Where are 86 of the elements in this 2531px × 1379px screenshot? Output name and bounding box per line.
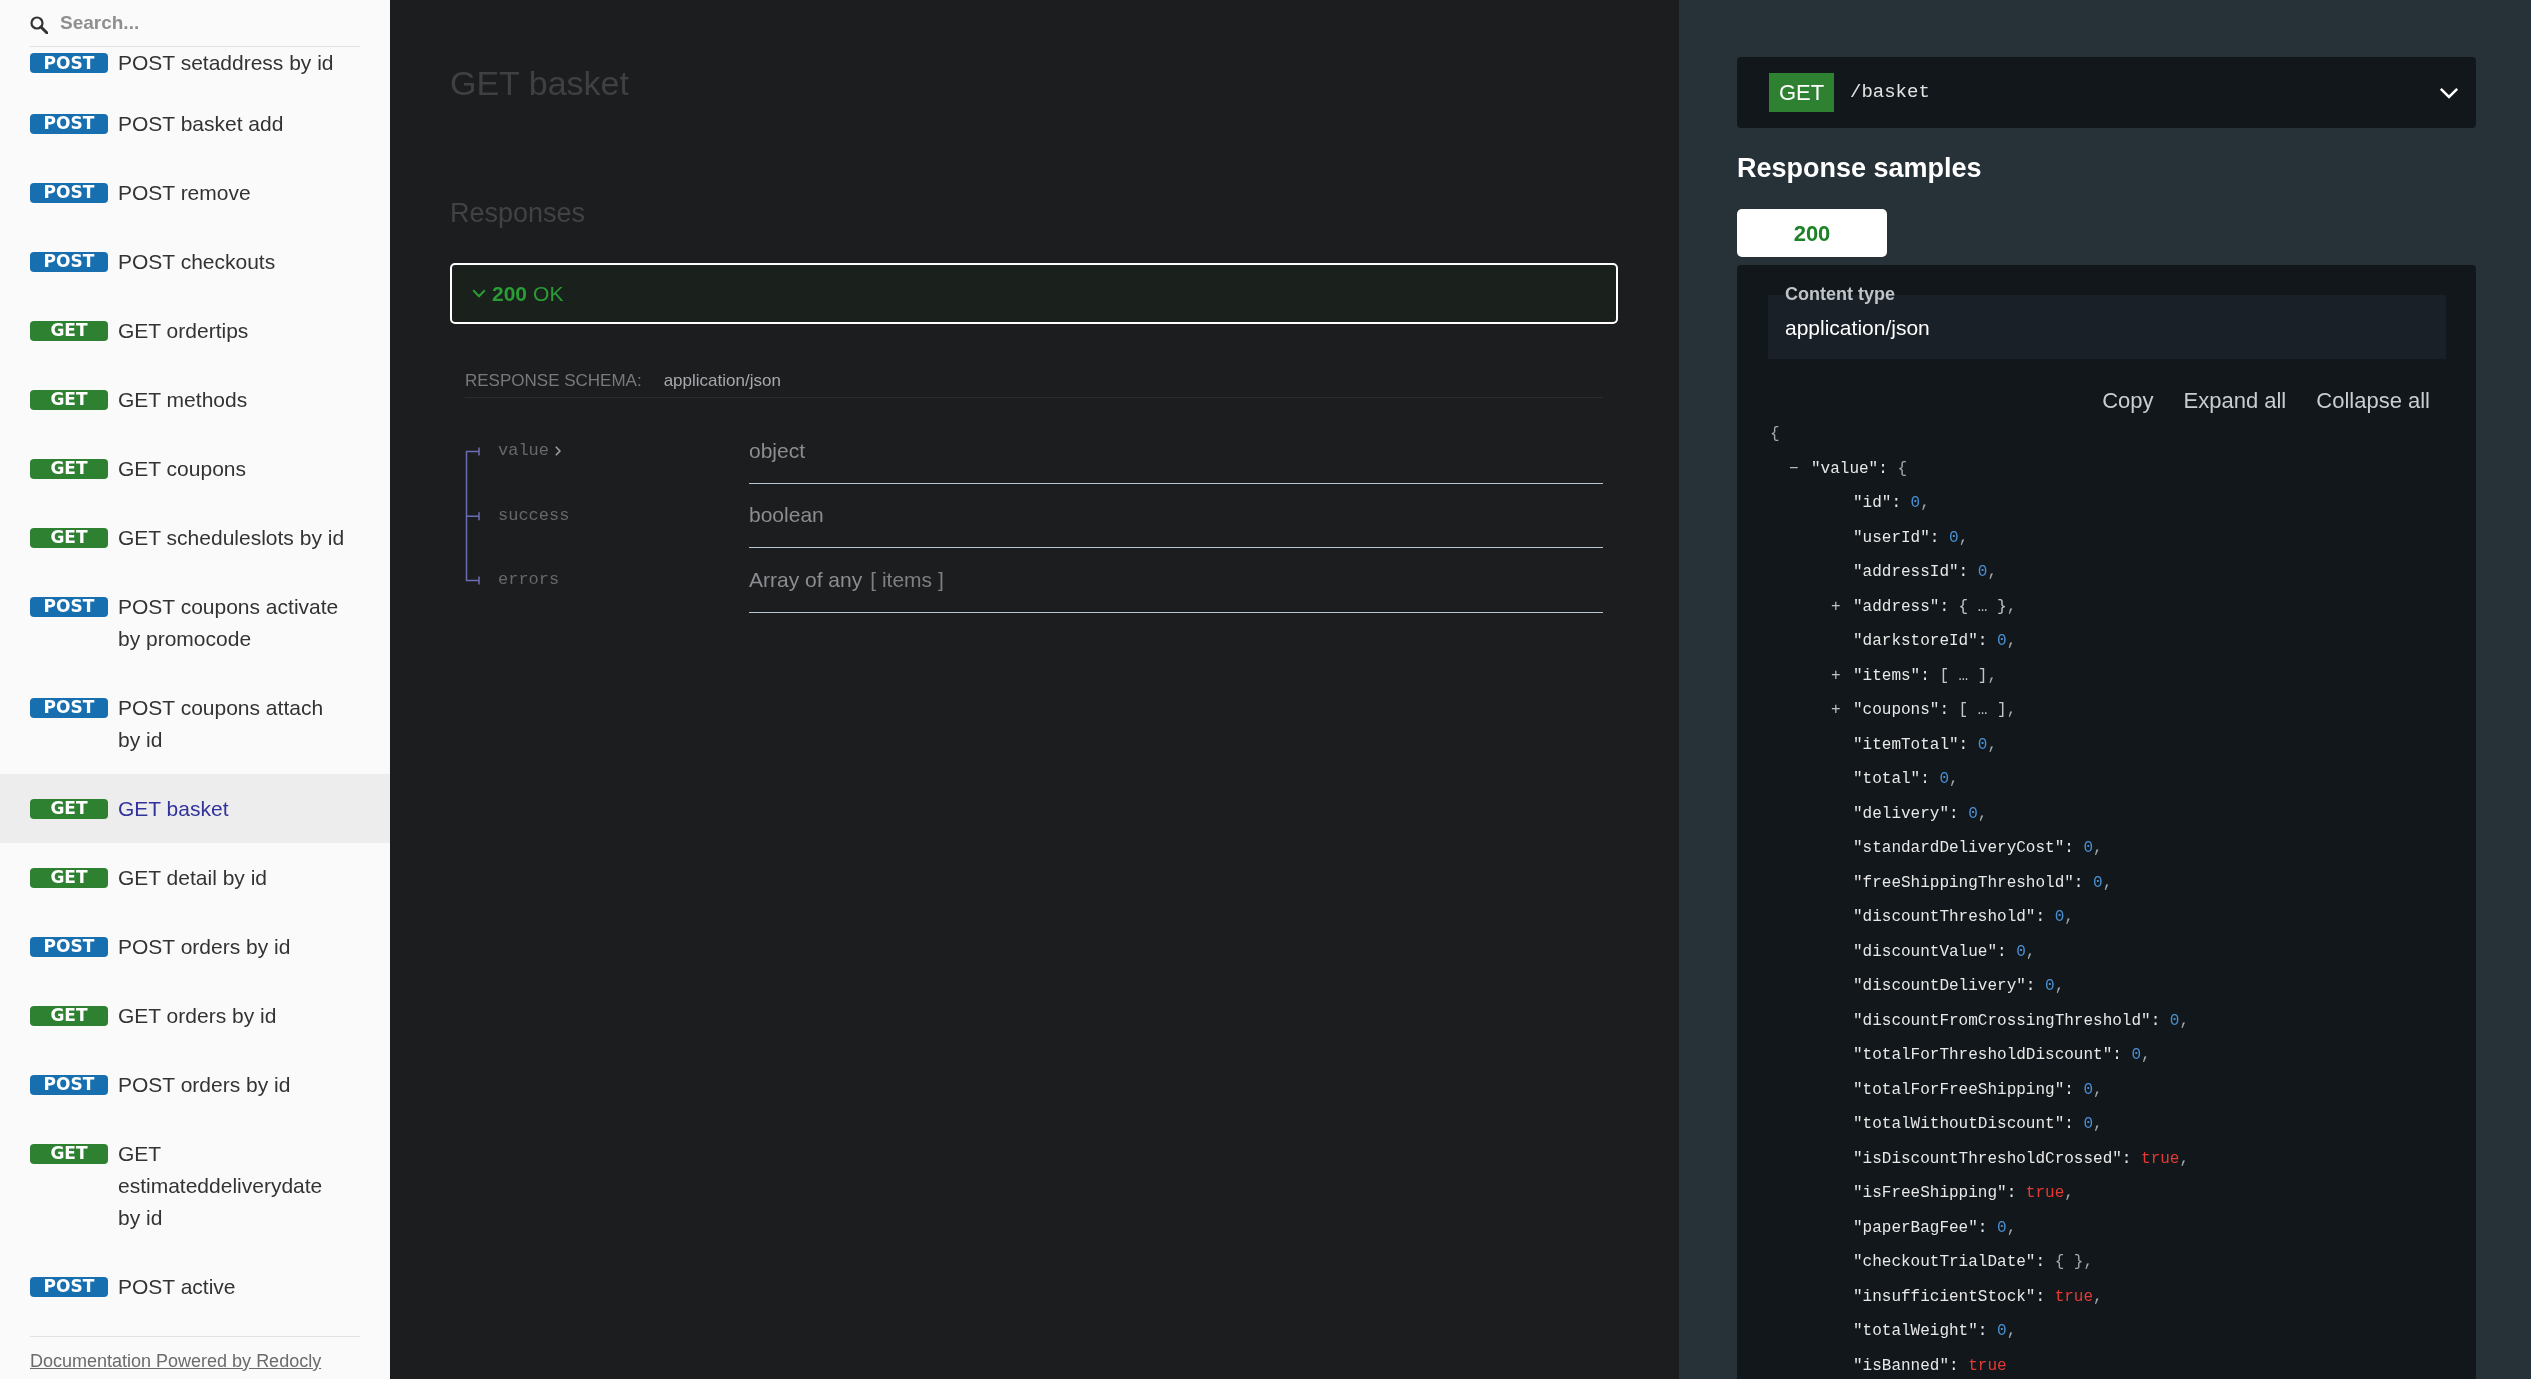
section-heading: Response samples <box>1737 152 1983 184</box>
code-line: "items": [ … ], <box>1853 665 1998 686</box>
sidebar-item[interactable]: POST POST checkouts <box>0 227 390 296</box>
code-line: "isFreeShipping": true, <box>1853 1183 2074 1204</box>
code-line: "totalWithoutDiscount": 0, <box>1853 1114 2103 1135</box>
endpoint-bar[interactable]: GET /basket <box>1737 57 2476 128</box>
sidebar-item[interactable]: POST POST orders by id <box>0 912 390 981</box>
method-badge: POST <box>30 697 108 718</box>
code-line: "discountDelivery": 0, <box>1853 976 2065 997</box>
content-type-dropdown[interactable]: Content type application/json <box>1768 285 2446 359</box>
copy-button[interactable]: Copy <box>2102 387 2154 415</box>
code-line: "freeShippingThreshold": 0, <box>1853 872 2113 893</box>
method-badge: POST <box>30 113 108 134</box>
code-line: "coupons": [ … ], <box>1853 700 2017 721</box>
code-line: "itemTotal": 0, <box>1853 734 1998 755</box>
response-button[interactable]: 200 OK <box>450 263 1618 324</box>
code-line: "delivery": 0, <box>1853 803 1988 824</box>
code-line: "insufficientStock": true, <box>1853 1286 2103 1307</box>
collapse-all-button[interactable]: Collapse all <box>2316 387 2430 415</box>
method-badge: POST <box>30 1276 108 1297</box>
content-type: application/json <box>663 371 781 391</box>
code-line: "totalWeight": 0, <box>1853 1321 2017 1342</box>
footer-link[interactable]: Documentation Powered by Redocly <box>30 1351 322 1371</box>
sidebar-item[interactable]: GET GET detail by id <box>0 843 390 912</box>
toggle-button[interactable]: − <box>1789 458 1799 479</box>
sidebar-item[interactable]: POST POST basket add <box>0 89 390 158</box>
code-line: "address": { … }, <box>1853 596 2017 617</box>
sidebar-item[interactable]: POST POST orders by id <box>0 1050 390 1119</box>
method-badge: GET <box>30 320 108 341</box>
chevron-down-icon <box>2439 86 2459 99</box>
method-badge: GET <box>30 1005 108 1026</box>
code-line: "discountThreshold": 0, <box>1853 907 2074 928</box>
code-line: "addressId": 0, <box>1853 562 1998 583</box>
method-badge: GET <box>30 798 108 819</box>
code-line: "paperBagFee": 0, <box>1853 1217 2017 1238</box>
code-line: "total": 0, <box>1853 769 1959 790</box>
code-line: "checkoutTrialDate": { }, <box>1853 1252 2094 1273</box>
code-line: "value": { <box>1811 458 1907 479</box>
method-badge: POST <box>30 182 108 203</box>
sidebar-item[interactable]: GET GET scheduleslots by id <box>0 503 390 572</box>
property-name: errors <box>498 570 560 591</box>
method-badge: POST <box>30 53 108 73</box>
sidebar-item[interactable]: POST POST remove <box>0 158 390 227</box>
property-name: success <box>498 505 570 526</box>
code-line: "standardDeliveryCost": 0, <box>1853 838 2103 859</box>
sidebar-item[interactable]: GET GET coupons <box>0 434 390 503</box>
code-line: "darkstoreId": 0, <box>1853 631 2017 652</box>
code-line: "discountFromCrossingThreshold": 0, <box>1853 1010 2190 1031</box>
method-badge: GET <box>30 1143 108 1164</box>
property-type: object <box>749 437 806 464</box>
sidebar-item[interactable]: GET GET orders by id <box>0 981 390 1050</box>
method-badge: POST <box>30 936 108 957</box>
method-badge: POST <box>30 596 108 617</box>
code-line: "userId": 0, <box>1853 527 1969 548</box>
search-field[interactable]: Search... <box>30 0 360 47</box>
method-badge: GET <box>30 389 108 410</box>
sidebar-item[interactable]: GET GET ordertips <box>0 296 390 365</box>
search-icon <box>30 16 48 34</box>
code-line: "id": 0, <box>1853 493 1930 514</box>
response-tab[interactable]: 200 <box>1737 209 1887 257</box>
expand-all-button[interactable]: Expand all <box>2183 387 2287 415</box>
sidebar-item[interactable]: GET GET estimateddeliverydate by id <box>0 1119 390 1252</box>
method-badge: GET <box>30 458 108 479</box>
sidebar-item[interactable]: POST POST coupons attach by id <box>0 673 390 774</box>
code-line: "discountValue": 0, <box>1853 941 2036 962</box>
code-line: "totalForThresholdDiscount": 0, <box>1853 1045 2151 1066</box>
schema-label: RESPONSE SCHEMA: <box>465 371 642 391</box>
code-line: "totalForFreeShipping": 0, <box>1853 1079 2103 1100</box>
method-badge: POST <box>30 251 108 272</box>
toggle-button[interactable]: + <box>1831 665 1841 686</box>
method-badge: POST <box>30 1074 108 1095</box>
code-line: "isBanned": true <box>1853 1355 2007 1376</box>
sidebar-item[interactable]: GET GET methods <box>0 365 390 434</box>
sidebar-item[interactable]: GET GET basket <box>0 774 390 843</box>
toggle-button[interactable]: + <box>1831 596 1841 617</box>
toggle-button[interactable]: + <box>1831 700 1841 721</box>
sidebar-item[interactable]: POST POST active <box>0 1252 390 1321</box>
sidebar-item[interactable]: POST POST coupons activate by promocode <box>0 572 390 673</box>
method-badge: GET <box>1769 73 1834 112</box>
method-badge: GET <box>30 867 108 888</box>
method-badge: GET <box>30 527 108 548</box>
sidebar-item[interactable]: POST POST setaddress by id <box>0 47 390 89</box>
property-type: Array of any [ items ] <box>749 566 944 593</box>
code-line: "isDiscountThresholdCrossed": true, <box>1853 1148 2190 1169</box>
code-line: { <box>1770 424 1780 445</box>
property-type: boolean <box>749 502 824 529</box>
